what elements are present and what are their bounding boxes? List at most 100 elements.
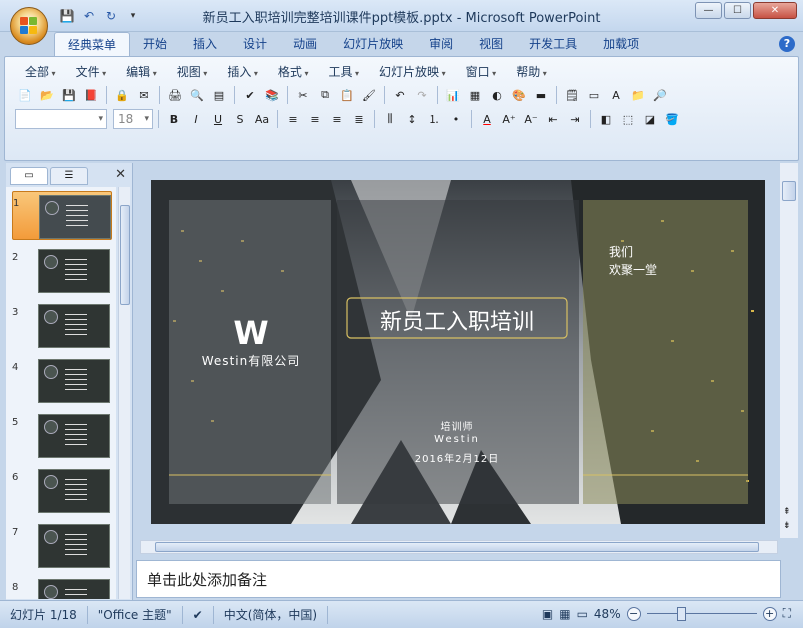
zoom-icon[interactable]: ▬ — [531, 85, 551, 105]
close-panel-icon[interactable]: ✕ — [115, 167, 126, 182]
quick-styles-icon[interactable]: ◪ — [640, 109, 660, 129]
menu-format[interactable]: 格式 — [268, 63, 319, 83]
insert-chart-icon[interactable]: 📊 — [443, 85, 463, 105]
text-box-icon[interactable]: A — [606, 85, 626, 105]
slide-thumbnail[interactable]: 2 — [12, 246, 112, 295]
tab-home[interactable]: 开始 — [130, 32, 180, 56]
format-painter-icon[interactable]: 🖌 — [359, 85, 379, 105]
spelling-icon[interactable]: ✔ — [240, 85, 260, 105]
open-icon[interactable]: 📂 — [37, 85, 57, 105]
close-button[interactable]: ✕ — [753, 2, 797, 19]
slide-thumbnail[interactable]: 6 — [12, 466, 112, 515]
undo-icon[interactable]: ↶ — [390, 85, 410, 105]
office-button[interactable] — [10, 7, 48, 45]
tab-review[interactable]: 审阅 — [416, 32, 466, 56]
tab-insert[interactable]: 插入 — [180, 32, 230, 56]
new-slide-icon[interactable]: 🗒 — [562, 85, 582, 105]
theme-name[interactable]: "Office 主题" — [88, 605, 183, 624]
font-size-combo[interactable]: 18 — [113, 109, 153, 129]
menu-view[interactable]: 视图 — [167, 63, 218, 83]
grow-font-icon[interactable]: A⁺ — [499, 109, 519, 129]
previous-slide-icon[interactable]: ⇞ — [783, 507, 791, 517]
pdf-icon[interactable]: 📕 — [81, 85, 101, 105]
next-slide-icon[interactable]: ⇟ — [783, 521, 791, 531]
slide-thumbnail[interactable]: 4 — [12, 356, 112, 405]
folder-icon[interactable]: 📁 — [628, 85, 648, 105]
save-icon[interactable]: 💾 — [59, 85, 79, 105]
slide-layout-icon[interactable]: ▤ — [209, 85, 229, 105]
slide-thumbnail[interactable]: 3 — [12, 301, 112, 350]
tab-design[interactable]: 设计 — [230, 32, 280, 56]
permission-icon[interactable]: 🔒 — [112, 85, 132, 105]
shrink-font-icon[interactable]: A⁻ — [521, 109, 541, 129]
menu-window[interactable]: 窗口 — [456, 63, 507, 83]
new-icon[interactable]: 📄 — [15, 85, 35, 105]
email-icon[interactable]: ✉ — [134, 85, 154, 105]
copy-icon[interactable]: ⧉ — [315, 85, 335, 105]
zoom-level[interactable]: 48% — [594, 607, 621, 621]
tab-developer[interactable]: 开发工具 — [516, 32, 590, 56]
tab-slideshow[interactable]: 幻灯片放映 — [330, 32, 416, 56]
slide-title[interactable]: 新员工入职培训 — [347, 304, 567, 336]
strikethrough-icon[interactable]: S — [230, 109, 250, 129]
fit-to-window-icon[interactable]: ⛶ — [783, 606, 791, 621]
slide-thumbnail[interactable]: 5 — [12, 411, 112, 460]
menu-slideshow[interactable]: 幻灯片放映 — [369, 63, 456, 83]
tab-classic-menu[interactable]: 经典菜单 — [54, 32, 131, 56]
slide-vertical-scrollbar[interactable]: ⇞ ⇟ — [780, 163, 798, 538]
insert-table-icon[interactable]: ▦ — [465, 85, 485, 105]
bullets-icon[interactable]: • — [446, 109, 466, 129]
color-grayscale-icon[interactable]: ◐ — [487, 85, 507, 105]
align-left-icon[interactable]: ≡ — [283, 109, 303, 129]
menu-edit[interactable]: 编辑 — [116, 63, 167, 83]
font-color-icon[interactable]: A — [477, 109, 497, 129]
redo-icon[interactable]: ↷ — [412, 85, 432, 105]
normal-view-icon[interactable]: ▣ — [542, 607, 553, 621]
slide-horizontal-scrollbar[interactable] — [140, 540, 778, 554]
paste-icon[interactable]: 📋 — [337, 85, 357, 105]
tab-addins[interactable]: 加载项 — [590, 32, 652, 56]
menu-file[interactable]: 文件 — [66, 63, 117, 83]
tab-slides[interactable]: ▭ — [10, 167, 48, 185]
increase-indent-icon[interactable]: ⇥ — [565, 109, 585, 129]
find-icon[interactable]: 🔎 — [650, 85, 670, 105]
underline-icon[interactable]: U — [208, 109, 228, 129]
bold-icon[interactable]: B — [164, 109, 184, 129]
menu-insert[interactable]: 插入 — [217, 63, 268, 83]
italic-icon[interactable]: I — [186, 109, 206, 129]
font-name-combo[interactable] — [15, 109, 107, 129]
arrange-icon[interactable]: ⬚ — [618, 109, 638, 129]
align-right-icon[interactable]: ≡ — [327, 109, 347, 129]
columns-icon[interactable]: ⫼ — [380, 109, 400, 129]
tab-view[interactable]: 视图 — [466, 32, 516, 56]
decrease-indent-icon[interactable]: ⇤ — [543, 109, 563, 129]
menu-help[interactable]: 帮助 — [506, 63, 557, 83]
minimize-button[interactable]: — — [695, 2, 722, 19]
thumbnail-scrollbar[interactable] — [118, 187, 130, 599]
language-indicator[interactable]: 中文(简体，中国) — [214, 605, 329, 624]
help-icon[interactable]: ? — [779, 36, 795, 52]
slide-thumbnail[interactable]: 7 — [12, 521, 112, 570]
zoom-in-icon[interactable]: + — [762, 606, 777, 621]
sorter-view-icon[interactable]: ▦ — [559, 607, 570, 621]
menu-tools[interactable]: 工具 — [318, 63, 369, 83]
tab-animation[interactable]: 动画 — [280, 32, 330, 56]
shapes-icon[interactable]: ◧ — [596, 109, 616, 129]
spellcheck-icon[interactable]: ✔ — [183, 605, 214, 624]
justify-icon[interactable]: ≣ — [349, 109, 369, 129]
maximize-button[interactable]: ☐ — [724, 2, 751, 19]
zoom-out-icon[interactable]: − — [626, 606, 641, 621]
notes-pane[interactable]: 单击此处添加备注 — [136, 560, 781, 598]
align-center-icon[interactable]: ≡ — [305, 109, 325, 129]
research-icon[interactable]: 📚 — [262, 85, 282, 105]
change-case-icon[interactable]: Aa — [252, 109, 272, 129]
layout-icon[interactable]: ▭ — [584, 85, 604, 105]
slide-thumbnail[interactable]: 8 — [12, 576, 112, 599]
zoom-slider[interactable] — [646, 607, 757, 621]
tab-outline[interactable]: ☰ — [50, 167, 88, 185]
print-preview-icon[interactable]: 🔍 — [187, 85, 207, 105]
slideshow-view-icon[interactable]: ▭ — [577, 607, 588, 621]
line-spacing-icon[interactable]: ↕ — [402, 109, 422, 129]
slide-canvas[interactable]: W Westin有限公司 新员工入职培训 我们 欢聚一堂 培训师 Westin … — [151, 180, 765, 524]
numbering-icon[interactable]: ⒈ — [424, 109, 444, 129]
